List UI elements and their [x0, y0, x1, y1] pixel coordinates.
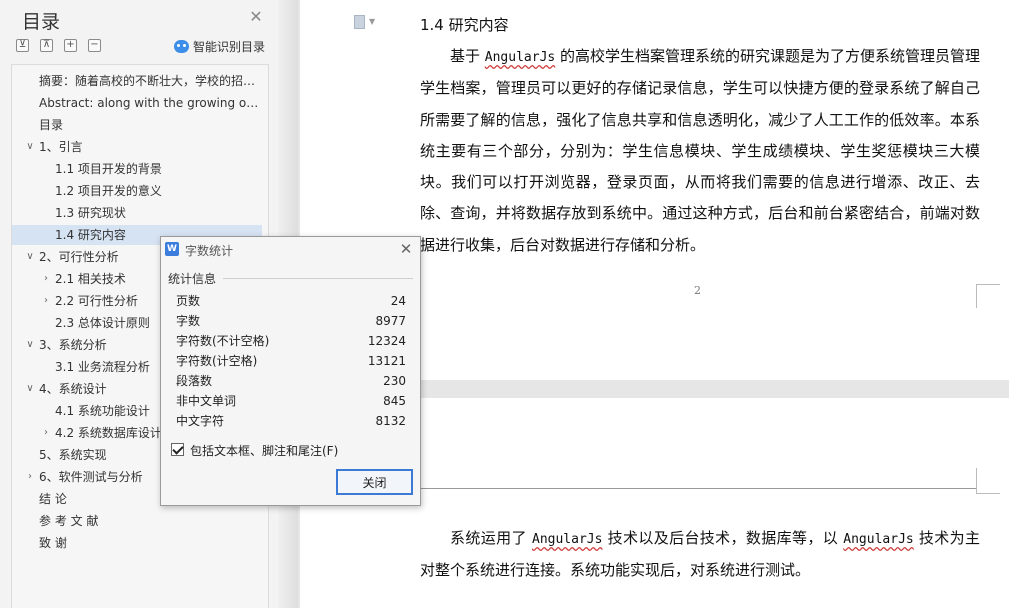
header-rule — [420, 488, 976, 489]
stat-value: 13121 — [367, 354, 406, 368]
toc-item[interactable]: 1.3 研究现状 — [12, 203, 268, 223]
toc-item-label: 摘要：随着高校的不断壮大，学校的招生人数也越来越多，学校… — [39, 74, 260, 88]
chevron-right-icon[interactable]: › — [24, 467, 36, 487]
chevron-right-icon[interactable]: › — [40, 291, 52, 311]
stat-row: 中文字符 8132 — [176, 411, 406, 431]
stat-value: 8132 — [375, 414, 406, 428]
remove-icon[interactable]: − — [88, 39, 101, 52]
toc-item-label: 参 考 文 献 — [39, 514, 99, 528]
toc-item-label: Abstract: along with the growing of univ… — [39, 96, 260, 110]
add-icon[interactable]: + — [64, 39, 77, 52]
wps-writer-icon: W — [165, 242, 179, 256]
close-button[interactable]: 关闭 — [336, 469, 413, 495]
chevron-down-icon[interactable]: ∨ — [24, 335, 36, 355]
chevron-down-icon[interactable]: ∨ — [24, 379, 36, 399]
section-heading: 1.4 研究内容 — [420, 16, 509, 34]
crop-mark — [976, 284, 1000, 308]
spellcheck-term[interactable]: AngularJs — [485, 50, 555, 65]
toc-item-label: 目录 — [39, 118, 64, 132]
toc-item-label: 致 谢 — [39, 536, 67, 550]
toc-item-label: 1.3 研究现状 — [55, 206, 126, 220]
body-paragraph: 基于 AngularJs 的高校学生档案管理系统的研究课题是为了方便系统管理员管… — [420, 47, 981, 254]
stat-row: 字数 8977 — [176, 311, 406, 331]
stat-label: 中文字符 — [176, 414, 225, 428]
stat-label: 字符数(计空格) — [176, 354, 258, 368]
collapse-all-icon[interactable]: ⊼ — [40, 39, 53, 52]
expand-all-icon[interactable]: ⊻ — [16, 39, 29, 52]
crop-mark — [976, 468, 1000, 494]
toc-item-label: 1、引言 — [39, 140, 83, 154]
chevron-down-icon[interactable]: ∨ — [24, 247, 36, 267]
stat-label: 非中文单词 — [176, 394, 237, 408]
toc-item[interactable]: Abstract: along with the growing of univ… — [12, 93, 268, 113]
toc-item[interactable]: 1.2 项目开发的意义 — [12, 181, 268, 201]
document-menu-icon[interactable]: ▼ — [354, 15, 378, 31]
stat-value: 24 — [390, 294, 406, 308]
toc-item[interactable]: 参 考 文 献 — [12, 511, 268, 531]
toc-item[interactable]: ∨ 1、引言 — [12, 137, 268, 157]
spellcheck-term[interactable]: AngularJs — [843, 532, 913, 547]
spellcheck-term[interactable]: AngularJs — [532, 532, 602, 547]
toc-item[interactable]: 1.1 项目开发的背景 — [12, 159, 268, 179]
chevron-right-icon[interactable]: › — [40, 269, 52, 289]
stat-row: 段落数 230 — [176, 371, 406, 391]
toc-item[interactable]: 致 谢 — [12, 533, 268, 553]
word-count-dialog: W 字数统计 ✕ 统计信息 页数 24 字数 8977 字符数(不计空格) 12324 字符… — [160, 236, 421, 506]
close-icon[interactable]: ✕ — [248, 9, 264, 25]
toc-item-label: 1.2 项目开发的意义 — [55, 184, 162, 198]
stat-row: 字符数(计空格) 13121 — [176, 351, 406, 371]
toc-title: 目录 — [22, 11, 61, 33]
smart-recognize-label: 智能识别目录 — [193, 39, 266, 54]
toc-item[interactable]: 摘要：随着高校的不断壮大，学校的招生人数也越来越多，学校… — [12, 71, 268, 91]
group-divider — [223, 278, 413, 279]
stat-label: 页数 — [176, 294, 201, 308]
stat-row: 页数 24 — [176, 291, 406, 311]
close-icon[interactable]: ✕ — [398, 240, 414, 258]
page-number: 2 — [694, 284, 701, 297]
chevron-right-icon[interactable]: › — [40, 423, 52, 443]
include-textbox-footnote-checkbox[interactable] — [171, 443, 184, 456]
stat-value: 8977 — [375, 314, 406, 328]
stat-value: 12324 — [367, 334, 406, 348]
stat-label: 段落数 — [176, 374, 213, 388]
stat-label: 字数 — [176, 314, 201, 328]
stat-row: 字符数(不计空格) 12324 — [176, 331, 406, 351]
stat-row: 非中文单词 845 — [176, 391, 406, 411]
toc-item-label: 1.1 项目开发的背景 — [55, 162, 162, 176]
include-checkbox-label[interactable]: 包括文本框、脚注和尾注(F) — [190, 442, 338, 459]
body-paragraph: 系统运用了 AngularJs 技术以及后台技术，数据库等，以 AngularJ… — [420, 529, 980, 580]
stat-value: 230 — [383, 374, 406, 388]
stat-value: 845 — [383, 394, 406, 408]
chevron-down-icon[interactable]: ∨ — [24, 137, 36, 157]
dialog-title: 字数统计 — [185, 244, 234, 258]
stats-group-label: 统计信息 — [168, 272, 217, 286]
smart-recognize-button[interactable]: 智能识别目录 — [174, 38, 265, 54]
stat-label: 字符数(不计空格) — [176, 334, 270, 348]
toc-item[interactable]: 目录 — [12, 115, 268, 135]
cloud-robot-icon — [174, 39, 189, 53]
